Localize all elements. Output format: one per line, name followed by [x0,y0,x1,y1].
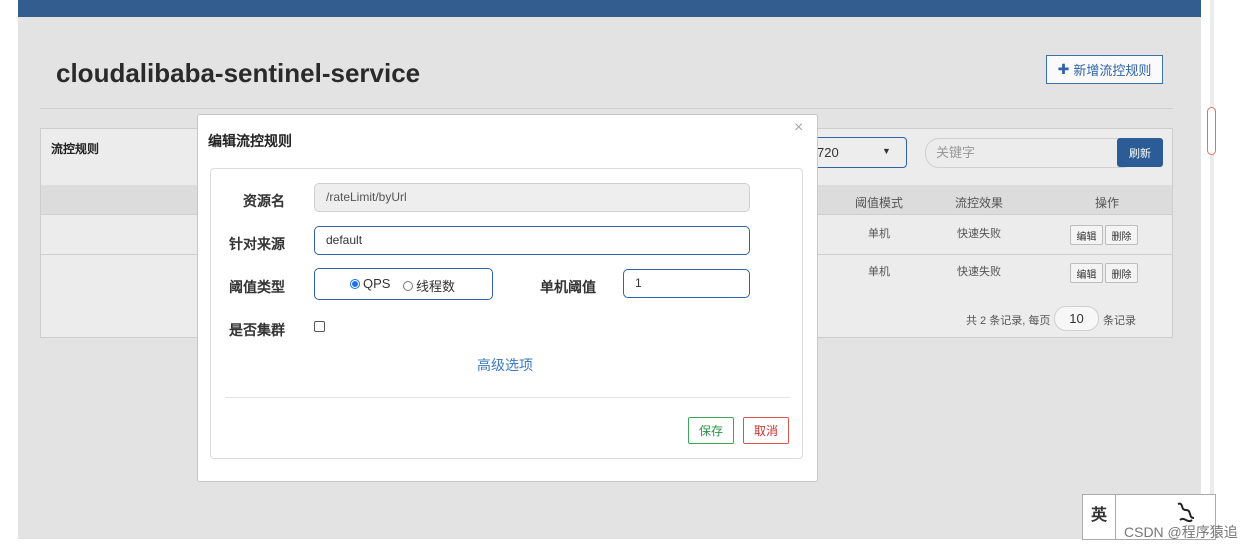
keyword-search-input[interactable]: 关键字 [925,138,1136,168]
cluster-label: 是否集群 [229,322,285,338]
radio-threads[interactable]: 线程数 [403,276,455,295]
panel-title: 流控规则 [51,142,100,156]
delete-button[interactable]: 删除 [1105,263,1138,283]
plus-icon: ✚ [1057,61,1070,77]
add-flow-rule-button[interactable]: ✚ 新增流控规则 [1046,55,1163,84]
column-header-actions: 操作 [1095,196,1120,210]
single-threshold-input[interactable]: 1 [623,269,750,298]
radio-unselected-icon [403,280,413,291]
origin-label: 针对来源 [229,236,285,252]
form-divider [225,397,790,398]
radio-qps-label: QPS [363,276,391,291]
table-cell-mode: 单机 [868,266,890,278]
pager-total-text: 共 2 条记录, 每页 [966,315,1051,327]
threshold-type-label: 阈值类型 [229,279,285,295]
resource-name-input: /rateLimit/byUrl [314,183,750,212]
edit-button[interactable]: 编辑 [1070,263,1103,283]
scrollbar-rail [1210,0,1214,540]
save-button[interactable]: 保存 [688,417,734,444]
ime-language-toggle[interactable]: 英 [1082,494,1116,540]
page-title: cloudalibaba-sentinel-service [56,58,421,88]
scrollbar-thumb[interactable] [1207,107,1216,155]
title-divider [40,108,1173,109]
add-flow-rule-label: 新增流控规则 [1073,63,1152,78]
radio-qps[interactable]: QPS [350,276,390,291]
scrollbar-track [1201,0,1246,540]
cluster-checkbox[interactable] [314,321,325,332]
watermark-text: CSDN @程序猿追 [1124,524,1238,540]
page-size-input[interactable]: 10 [1054,306,1099,331]
column-header-flow-effect: 流控效果 [955,196,1004,210]
radio-selected-icon [350,278,360,289]
table-cell-effect: 快速失败 [957,228,1001,240]
dialog-title: 编辑流控规则 [208,133,292,149]
advanced-options-link[interactable]: 高级选项 [477,355,533,375]
refresh-button[interactable]: 刷新 [1117,138,1163,167]
table-cell-mode: 单机 [868,228,890,240]
cancel-button[interactable]: 取消 [743,417,789,444]
top-nav-bar [18,0,1201,17]
origin-input[interactable]: default [314,226,750,255]
app-select-value: 720 [817,145,839,160]
single-threshold-label: 单机阈值 [540,279,596,295]
close-icon[interactable]: × [794,119,803,137]
edit-button[interactable]: 编辑 [1070,225,1103,245]
radio-threads-label: 线程数 [416,279,456,294]
column-header-threshold-mode: 阈值模式 [855,196,904,210]
caret-down-icon: ▼ [882,146,891,156]
table-cell-effect: 快速失败 [957,266,1001,278]
delete-button[interactable]: 删除 [1105,225,1138,245]
pager-suffix-text: 条记录 [1103,315,1136,327]
resource-name-label: 资源名 [243,193,285,209]
